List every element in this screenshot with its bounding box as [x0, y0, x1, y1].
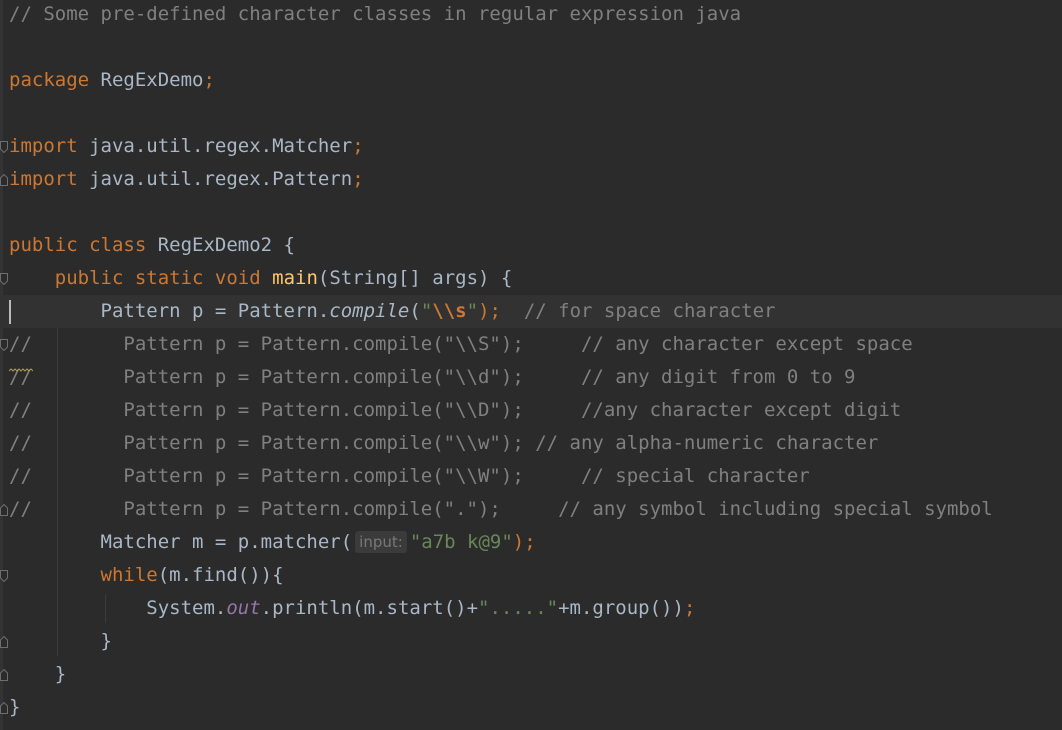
code-token: RegExDemo2 {: [146, 234, 295, 256]
code-line[interactable]: package RegExDemo;: [0, 64, 1062, 97]
code-line[interactable]: public class RegExDemo2 {: [0, 229, 1062, 262]
fold-end-icon[interactable]: [0, 174, 8, 186]
fold-start-icon[interactable]: [0, 339, 8, 351]
code-line[interactable]: Matcher m = p.matcher(input: "a7b k@9");: [0, 526, 1062, 559]
code-line[interactable]: // Pattern p = Pattern.compile("\\W"); /…: [0, 460, 1062, 493]
code-token: "a7b k@9": [409, 531, 513, 553]
code-line[interactable]: }: [0, 691, 1062, 724]
code-token: ": [420, 300, 433, 322]
code-token: // for space character: [500, 300, 776, 322]
code-token: // Pattern p = Pattern.compile("."); // …: [9, 498, 993, 520]
code-token: ".....": [478, 597, 559, 619]
code-token: public static void: [9, 267, 261, 289]
code-token: main: [272, 267, 318, 289]
code-token: (m.find()){: [157, 564, 284, 586]
code-line[interactable]: // Pattern p = Pattern.compile("\\D"); /…: [0, 394, 1062, 427]
fold-end-icon[interactable]: [0, 702, 8, 714]
code-line[interactable]: // Some pre-defined character classes in…: [0, 0, 1062, 31]
code-token: // Pattern p = Pattern.compile("\\d"); /…: [9, 366, 856, 388]
code-token: Matcher m = p.matcher(: [9, 531, 353, 553]
code-token: }: [9, 696, 21, 718]
code-token: public class: [9, 234, 147, 256]
code-token: }: [9, 663, 67, 685]
fold-start-icon[interactable]: [0, 141, 8, 153]
code-token: java.util.regex.Matcher: [77, 135, 353, 157]
code-line[interactable]: Pattern p = Pattern.compile("\\s"); // f…: [0, 295, 1062, 328]
fold-end-icon[interactable]: [0, 504, 8, 516]
spellcheck-underline: [8, 355, 34, 372]
code-token: );: [478, 300, 501, 322]
code-token: System.: [9, 597, 227, 619]
code-token: +m.group()): [558, 597, 684, 619]
code-token: ": [466, 300, 479, 322]
code-token: ;: [203, 69, 215, 91]
fold-start-icon[interactable]: [0, 273, 8, 285]
code-token: package: [9, 69, 90, 91]
fold-end-icon[interactable]: [0, 636, 8, 648]
code-token: RegExDemo: [89, 69, 204, 91]
code-token: );: [512, 531, 536, 553]
inlay-hint: input:: [355, 531, 407, 553]
code-token: // Pattern p = Pattern.compile("\\D"); /…: [9, 399, 902, 421]
code-token: java.util.regex.Pattern: [77, 168, 353, 190]
code-token: import: [9, 135, 78, 157]
code-token: }: [9, 630, 112, 652]
code-token: .println(m.start()+: [260, 597, 479, 619]
code-token: (String[] args) {: [317, 267, 513, 289]
code-line[interactable]: [0, 31, 1062, 64]
code-token: ;: [352, 135, 364, 157]
code-line[interactable]: // Pattern p = Pattern.compile("\\S"); /…: [0, 328, 1062, 361]
code-token: // Pattern p = Pattern.compile("\\w"); /…: [9, 432, 879, 454]
code-editor[interactable]: // Some pre-defined character classes in…: [0, 0, 1062, 730]
code-token: ;: [683, 597, 696, 619]
code-line[interactable]: while(m.find()){: [0, 559, 1062, 592]
code-token: // Pattern p = Pattern.compile("\\S"); /…: [9, 333, 913, 355]
text-caret: [9, 300, 11, 324]
code-line[interactable]: [0, 196, 1062, 229]
code-token: import: [9, 168, 78, 190]
code-line[interactable]: [0, 97, 1062, 130]
code-line[interactable]: }: [0, 658, 1062, 691]
code-token: Pattern p = Pattern.: [9, 300, 330, 322]
code-line[interactable]: import java.util.regex.Pattern;: [0, 163, 1062, 196]
code-line[interactable]: // Pattern p = Pattern.compile("."); // …: [0, 493, 1062, 526]
code-token: out: [226, 597, 261, 619]
code-line[interactable]: import java.util.regex.Matcher;: [0, 130, 1062, 163]
code-token: while: [9, 564, 158, 586]
code-token: compile: [329, 300, 410, 322]
code-token: // Some pre-defined character classes in…: [9, 3, 742, 25]
fold-start-icon[interactable]: [0, 570, 8, 582]
code-line[interactable]: System.out.println(m.start()+"....."+m.g…: [0, 592, 1062, 625]
code-line[interactable]: }: [0, 625, 1062, 658]
code-token: (: [409, 300, 421, 322]
code-token: \\s: [432, 300, 467, 322]
code-line[interactable]: // Pattern p = Pattern.compile("\\d"); /…: [0, 361, 1062, 394]
fold-end-icon[interactable]: [0, 669, 8, 681]
code-token: // Pattern p = Pattern.compile("\\W"); /…: [9, 465, 810, 487]
code-line[interactable]: public static void main(String[] args) {: [0, 262, 1062, 295]
code-line[interactable]: // Pattern p = Pattern.compile("\\w"); /…: [0, 427, 1062, 460]
code-token: ;: [352, 168, 364, 190]
